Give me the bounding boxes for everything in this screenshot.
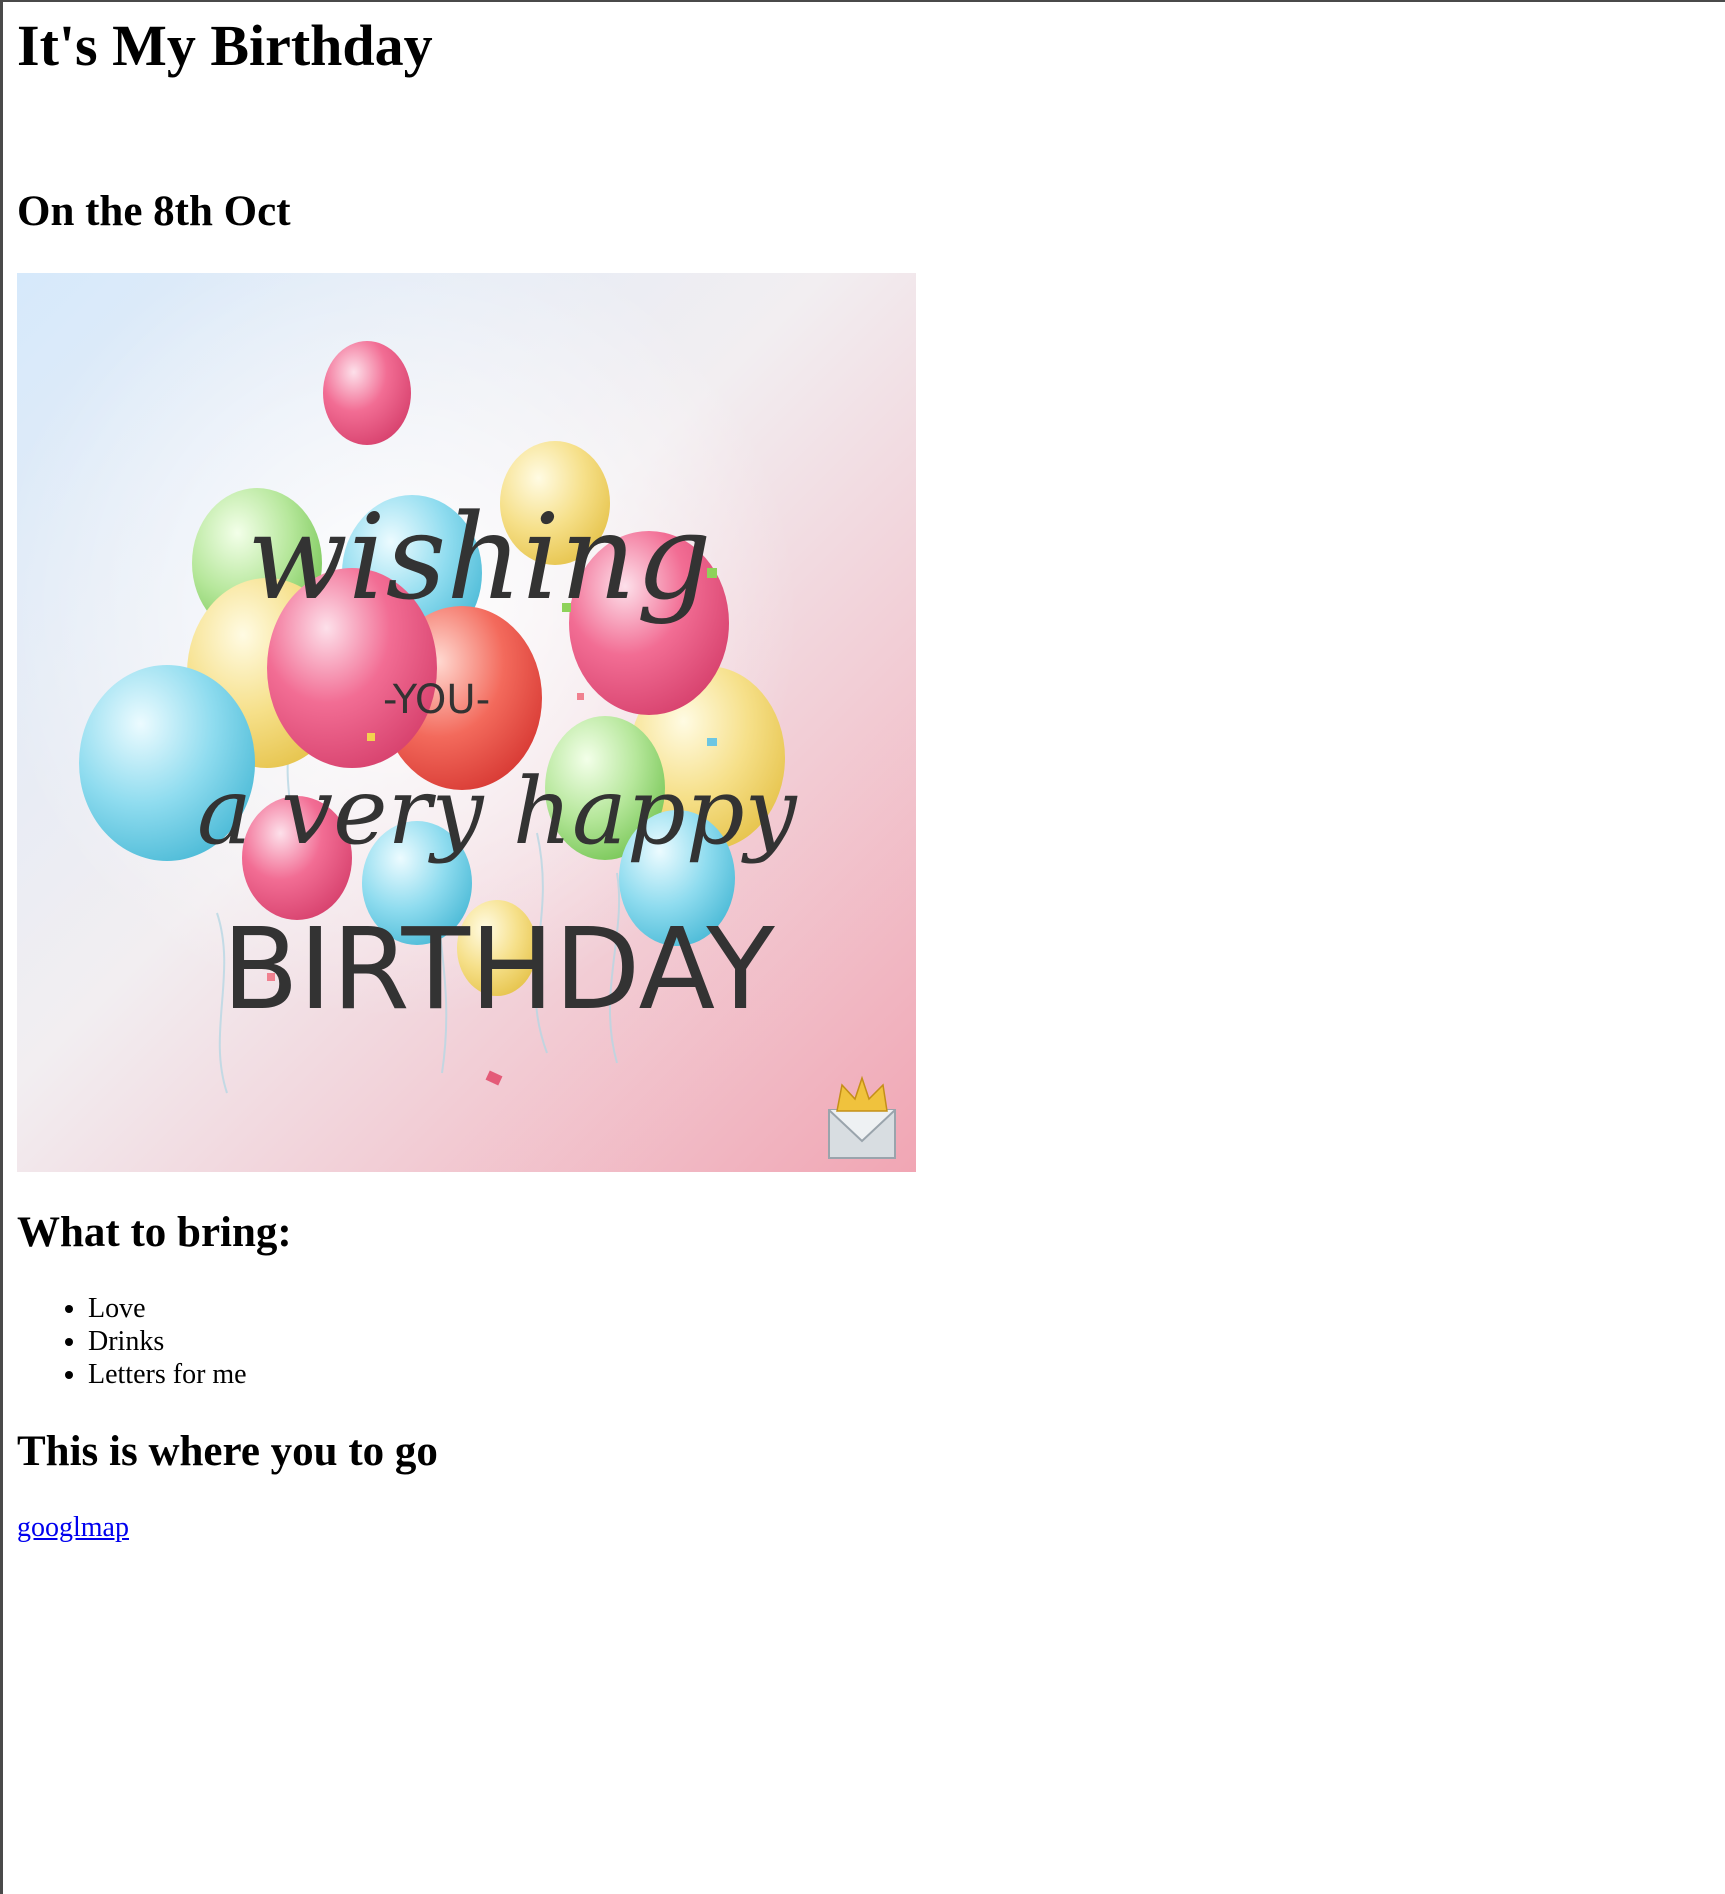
svg-text:a very happy: a very happy [197, 758, 798, 865]
page-title: It's My Birthday [17, 13, 433, 78]
window-left-border [0, 0, 3, 1894]
window-top-border [0, 0, 1725, 2]
date-heading: On the 8th Oct [17, 188, 291, 235]
list-item: Letters for me [88, 1358, 247, 1391]
birthday-card-image: wishing -YOU- a very happy BIRTHDAY [17, 273, 916, 1172]
birthday-balloons-card-icon: wishing -YOU- a very happy BIRTHDAY [17, 273, 916, 1172]
svg-text:-YOU-: -YOU- [383, 677, 490, 723]
svg-text:wishing: wishing [247, 488, 712, 626]
svg-text:BIRTHDAY: BIRTHDAY [222, 905, 775, 1035]
bring-list: Love Drinks Letters for me [17, 1292, 247, 1391]
map-link[interactable]: googlmap [17, 1512, 129, 1544]
what-to-bring-heading: What to bring: [17, 1209, 292, 1256]
list-item: Love [88, 1292, 247, 1325]
location-heading: This is where you to go [17, 1428, 438, 1475]
list-item: Drinks [88, 1325, 247, 1358]
